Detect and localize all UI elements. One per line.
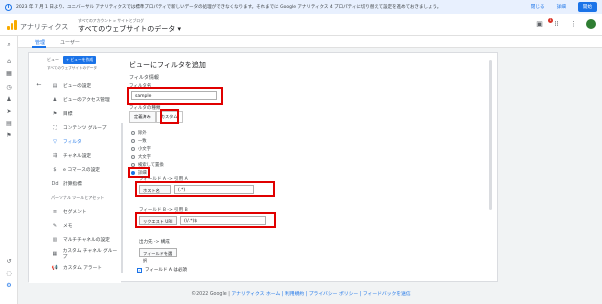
segment-icon: ≡	[52, 208, 58, 215]
admin-tabs: 管理 ユーザー	[18, 36, 602, 48]
footer-links[interactable]: アナリティクス ホーム | 利用規約 | プライバシー ポリシー | フィードバ…	[231, 292, 410, 297]
page-scrollbar[interactable]	[489, 60, 492, 210]
app-header: アナリティクス すべてのアカウント > サイトとブログ すべてのウェブサイトのデ…	[0, 14, 602, 36]
doc-icon: ▤	[52, 82, 58, 89]
nav-item-segments[interactable]: ≡ セグメント	[51, 205, 119, 218]
cart-icon: $	[53, 166, 57, 173]
nav-item-view-access[interactable]: ♟ ビューのアクセス管理	[51, 93, 119, 106]
nav-item-filters[interactable]: ▽ フィルタ	[51, 135, 119, 148]
radio-lowercase[interactable]: 小文字	[131, 146, 151, 152]
analytics-logo-icon	[7, 20, 18, 30]
calc-icon: Dd	[51, 180, 59, 187]
people-icon: ♟	[52, 96, 58, 103]
notifications-icon[interactable]: ▣	[535, 20, 544, 29]
banner-close-link[interactable]: 閉じる	[531, 4, 545, 10]
nav-item-view-settings[interactable]: ▤ ビューの設定	[51, 79, 119, 92]
notification-banner: i 2023 年 7 月 1 日より、ユニバーサル アナリティクスでは標準プロパ…	[0, 0, 602, 14]
highlight-field-a	[135, 181, 275, 197]
highlight-field-b	[135, 212, 276, 228]
output-label: 出力先 -> 構成	[139, 240, 170, 245]
acquisition-icon[interactable]: ➤	[5, 108, 13, 116]
highlight-filter-name	[127, 87, 223, 105]
alert-icon: 📢	[51, 264, 59, 271]
discover-icon[interactable]: ◌	[5, 270, 13, 278]
radio-include[interactable]: 一致	[131, 138, 147, 144]
page-title: ビューにフィルタを追加	[129, 61, 206, 69]
banner-details-link[interactable]: 詳細	[557, 4, 566, 10]
nav-item-annotations[interactable]: ✎ メモ	[51, 219, 119, 232]
behavior-icon[interactable]: ▤	[5, 120, 13, 128]
view-selector[interactable]: すべてのウェブサイトのデータ	[47, 66, 97, 71]
nav-item-goals[interactable]: ⚑ 目標	[51, 107, 119, 120]
output-select[interactable]: フィールドを選択	[139, 248, 177, 263]
admin-gear-icon[interactable]: ⚙	[5, 282, 13, 290]
field-a-required-checkbox[interactable]: ✓ フィールド A は必須	[137, 267, 187, 273]
audience-icon[interactable]: ♟	[5, 96, 13, 104]
radio-exclude[interactable]: 除外	[131, 130, 147, 136]
add-filter-form: ビューにフィルタを追加 フィルタ情報 フィルタ名 sample フィルタの種類 …	[125, 53, 495, 283]
nav-item-ecommerce[interactable]: $ e コマースの設定	[51, 163, 119, 176]
banner-message: 2023 年 7 月 1 日より、ユニバーサル アナリティクスでは標準プロパティ…	[16, 5, 442, 10]
admin-panel: ビュー + ビューを作成 すべてのウェブサイトのデータ ← ▤ ビューの設定 ♟ ビ…	[28, 52, 498, 283]
nav-item-custom-alerts[interactable]: 📢 カスタム アラート	[51, 261, 119, 274]
back-arrow-icon[interactable]: ←	[35, 81, 43, 89]
multichannel-icon: ▥	[52, 236, 58, 243]
apps-grid-icon[interactable]: ⁞⁞	[552, 20, 561, 29]
nav-item-channel-settings[interactable]: ⇶ チャネル設定	[51, 149, 119, 162]
create-view-button[interactable]: + ビューを作成	[63, 56, 97, 64]
active-tab-indicator	[32, 46, 46, 48]
nav-item-multichannel[interactable]: ▥ マルチチャネルの設定	[51, 233, 119, 246]
view-label: ビュー	[47, 57, 59, 62]
nav-scrollbar[interactable]	[121, 123, 123, 273]
group-icon: ⛶	[53, 124, 57, 131]
personal-tools-heading: パーソナル ツールとアセット	[51, 195, 105, 200]
tab-admin[interactable]: 管理	[35, 39, 45, 46]
home-icon[interactable]: ⌂	[5, 58, 13, 66]
banner-start-button[interactable]: 開始	[577, 2, 597, 12]
avatar[interactable]	[586, 19, 596, 29]
account-selector[interactable]: すべてのウェブサイトのデータ ▾	[78, 24, 181, 34]
realtime-icon[interactable]: ◷	[5, 84, 13, 92]
tab-user[interactable]: ユーザー	[60, 39, 80, 46]
nav-item-custom-channel-group[interactable]: ▦ カスタム チャネル グループ	[51, 247, 119, 260]
help-icon[interactable]: ⋮	[569, 20, 578, 29]
channel-icon: ⇶	[52, 152, 58, 159]
nav-item-calculated-metrics[interactable]: Dd 計算指標	[51, 177, 119, 190]
attribution-icon[interactable]: ↺	[5, 258, 13, 266]
filter-info-heading: フィルタ情報	[129, 75, 159, 81]
app-name: アナリティクス	[20, 23, 69, 31]
predefined-button[interactable]: 定義済み	[129, 111, 156, 123]
radio-uppercase[interactable]: 大文字	[131, 154, 151, 160]
filter-icon: ▽	[53, 138, 57, 145]
custom-channel-icon: ▦	[52, 250, 58, 257]
info-icon: i	[5, 3, 12, 11]
customization-icon[interactable]: ▦	[5, 70, 13, 78]
highlight-custom-button	[160, 109, 179, 124]
left-rail: ⌕ ⌂ ▦ ◷ ♟ ➤ ▤ ⚑ ↺ ◌ ⚙	[0, 36, 18, 304]
footer: ©2022 Google | アナリティクス ホーム | 利用規約 | プライバ…	[191, 292, 411, 297]
conversions-icon[interactable]: ⚑	[5, 132, 13, 140]
flag-icon: ⚑	[52, 110, 58, 117]
nav-item-content-groups[interactable]: ⛶ コンテンツ グループ	[51, 121, 119, 134]
note-icon: ✎	[52, 222, 58, 229]
search-icon[interactable]: ⌕	[5, 41, 13, 49]
view-nav: ビュー + ビューを作成 すべてのウェブサイトのデータ ← ▤ ビューの設定 ♟ ビ…	[29, 53, 121, 283]
